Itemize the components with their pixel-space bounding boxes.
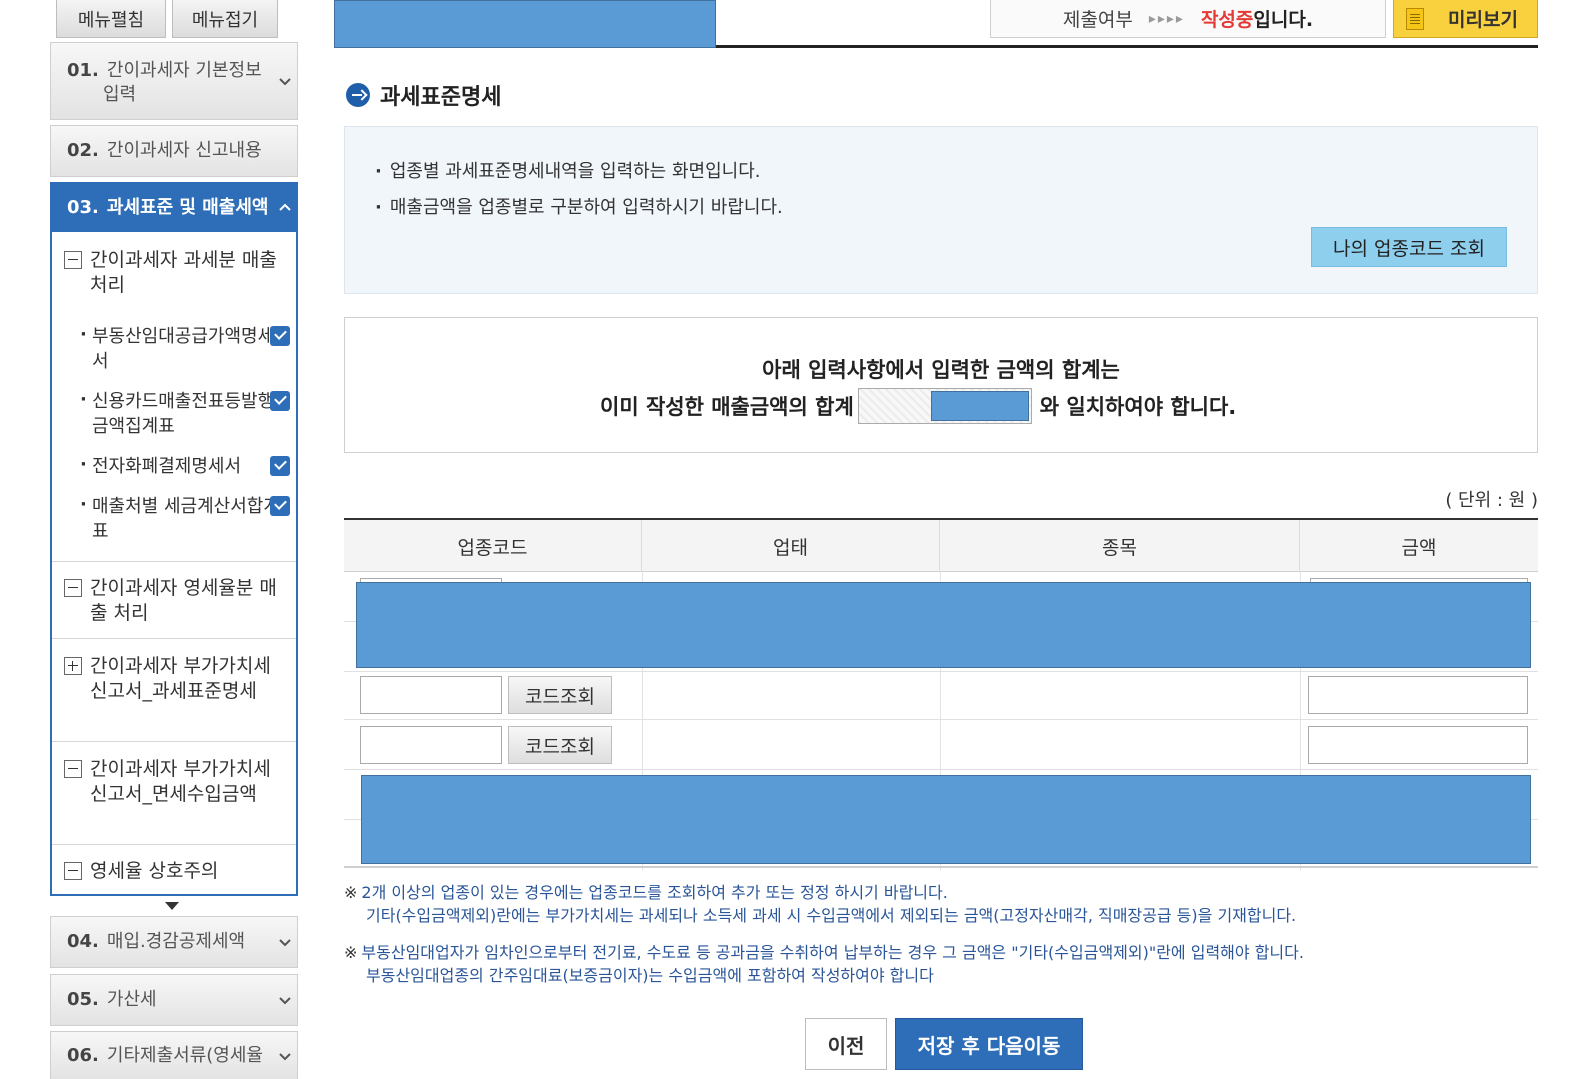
info-box: 업종별 과세표준명세내역을 입력하는 화면입니다. 매출금액을 업종별로 구분하… <box>344 126 1538 294</box>
note-line: 기타(수입금액제외)란에는 부가가치세는 과세되나 소득세 과세 시 수입금액에… <box>366 906 1297 925</box>
sub-section-tax-free: 간이과세자 부가가치세 신고서_면세수입금액 <box>52 742 296 845</box>
chevron-down-icon <box>279 997 291 1005</box>
amount-input[interactable] <box>1308 676 1528 714</box>
notice-line: 이미 작성한 매출금액의 합계 와 일치하여야 합니다. <box>600 388 1236 424</box>
code-lookup-button[interactable]: 코드조회 <box>508 676 612 714</box>
checkbox-checked-icon[interactable] <box>270 496 290 516</box>
sub-section-title[interactable]: 간이과세자 부가가치세 신고서_면세수입금액 <box>64 757 286 807</box>
step-label: 가산세 <box>106 989 157 1010</box>
circle-arrow-icon <box>346 83 370 107</box>
collapse-icon[interactable] <box>64 760 82 778</box>
info-line: 업종별 과세표준명세내역을 입력하는 화면입니다. <box>375 157 761 183</box>
header-divider <box>716 45 1538 48</box>
status-suffix: 입니다. <box>1253 9 1314 31</box>
my-industry-code-button[interactable]: 나의 업종코드 조회 <box>1311 227 1507 267</box>
industry-code-input[interactable] <box>360 676 502 714</box>
step-label: 매입.경감공제세액 <box>106 931 246 952</box>
note-block: ※ 2개 이상의 업종이 있는 경우에는 업종코드를 조회하여 추가 또는 정정 … <box>344 881 1296 927</box>
checkbox-checked-icon[interactable] <box>270 391 290 411</box>
step-label: 과세표준 및 매출세액 <box>106 197 269 218</box>
submission-status: 제출여부 ▸▸▸▸ 작성중입니다. <box>990 0 1386 38</box>
step-01[interactable]: 01. 간이과세자 기본정보 입력 <box>50 42 298 120</box>
status-arrows-icon: ▸▸▸▸ <box>1148 10 1185 27</box>
step-05[interactable]: 05. 가산세 <box>50 974 298 1026</box>
table-bottom-border <box>344 866 1538 868</box>
step-06[interactable]: 06. 기타제출서류(영세율 <box>50 1031 298 1079</box>
industry-code-input[interactable] <box>360 726 502 764</box>
sub-section-zero-rate: 간이과세자 영세율분 매출 처리 <box>52 562 296 639</box>
step-02[interactable]: 02. 간이과세자 신고내용 <box>50 125 298 177</box>
note-line: 부동산임대업자가 임차인으로부터 전기료, 수도료 등 공과금을 수취하여 납부… <box>361 943 1304 962</box>
expand-icon[interactable] <box>64 657 82 675</box>
step-label: 간이과세자 기본정보 <box>106 60 262 81</box>
info-line: 매출금액을 업종별로 구분하여 입력하시기 바랍니다. <box>375 193 783 219</box>
chevron-up-icon <box>279 203 291 211</box>
step-04[interactable]: 04. 매입.경감공제세액 <box>50 916 298 968</box>
step-number: 01. <box>67 60 99 81</box>
sub-item-e-money[interactable]: 전자화폐결제명세서 <box>80 452 290 479</box>
status-label: 제출여부 <box>1062 9 1133 31</box>
col-amount: 금액 <box>1401 536 1437 559</box>
sub-item-credit-card[interactable]: 신용카드매출전표등발행금액집계표 <box>80 387 290 439</box>
reference-mark: ※ <box>344 943 358 962</box>
step-number: 05. <box>67 989 99 1010</box>
unit-label: ( 단위 : 원 ) <box>1445 490 1538 511</box>
step-number: 06. <box>67 1044 99 1066</box>
col-industry-code: 업종코드 <box>344 520 642 572</box>
menu-expand-button[interactable]: 메뉴펼침 <box>56 0 166 38</box>
collapse-icon[interactable] <box>64 579 82 597</box>
sub-section-taxable: 간이과세자 과세분 매출 처리 부동산임대공급가액명세서 신용카드매출전표등발행… <box>52 232 296 562</box>
redacted-header-block <box>334 0 716 48</box>
step-03-subpanel: 간이과세자 과세분 매출 처리 부동산임대공급가액명세서 신용카드매출전표등발행… <box>50 232 298 896</box>
chevron-down-icon <box>279 1052 291 1060</box>
sum-notice-box: 아래 입력사항에서 입력한 금액의 합계는 이미 작성한 매출금액의 합계 와 … <box>344 317 1538 453</box>
checkbox-checked-icon[interactable] <box>270 456 290 476</box>
status-value: 작성중 <box>1200 9 1254 31</box>
col-business-type: 업태 <box>642 520 940 572</box>
step-label: 간이과세자 신고내용 <box>106 140 262 161</box>
checkbox-checked-icon[interactable] <box>270 326 290 346</box>
menu-collapse-button[interactable]: 메뉴접기 <box>172 0 278 38</box>
prev-button[interactable]: 이전 <box>805 1018 887 1070</box>
collapse-icon[interactable] <box>64 862 82 880</box>
chevron-down-icon <box>279 78 291 86</box>
code-lookup-button[interactable]: 코드조회 <box>508 726 612 764</box>
sub-section-title[interactable]: 간이과세자 과세분 매출 처리 <box>64 248 286 298</box>
preview-button[interactable]: 미리보기 <box>1393 0 1538 38</box>
table-header: 업종코드 업태 종목 금액 <box>344 520 1538 572</box>
step-number: 04. <box>67 931 99 952</box>
table-row: 코드조회 <box>344 670 1538 720</box>
note-line: 2개 이상의 업종이 있는 경우에는 업종코드를 조회하여 추가 또는 정정 하… <box>361 883 948 902</box>
table-row: 코드조회 <box>344 720 1538 770</box>
page-title: 과세표준명세 <box>346 79 501 111</box>
chevron-down-icon <box>279 939 291 947</box>
step-number: 03. <box>67 197 99 218</box>
sub-item-rental[interactable]: 부동산임대공급가액명세서 <box>80 322 290 374</box>
collapse-icon[interactable] <box>64 251 82 269</box>
note-block: ※ 부동산임대업자가 임차인으로부터 전기료, 수도료 등 공과금을 수취하여 납… <box>344 941 1304 987</box>
amount-input[interactable] <box>1308 726 1528 764</box>
step-label: 기타제출서류(영세율 <box>106 1044 263 1066</box>
save-next-button[interactable]: 저장 후 다음이동 <box>895 1018 1083 1070</box>
col-item: 종목 <box>940 520 1300 572</box>
sales-total-field <box>857 388 1032 424</box>
sub-section-title[interactable]: 간이과세자 영세율분 매출 처리 <box>64 576 286 626</box>
sub-section-title[interactable]: 영세율 상호주의 <box>64 859 286 884</box>
caret-down-icon <box>165 902 179 910</box>
document-icon <box>1406 7 1424 30</box>
sub-item-tax-invoice[interactable]: 매출처별 세금계산서합계표 <box>80 492 290 544</box>
redacted-rows <box>356 582 1531 668</box>
preview-label: 미리보기 <box>1448 9 1518 31</box>
step-03[interactable]: 03. 과세표준 및 매출세액 <box>50 182 298 234</box>
step-number: 02. <box>67 140 99 161</box>
sub-section-title[interactable]: 간이과세자 부가가치세 신고서_과세표준명세 <box>64 654 286 704</box>
sub-section-reciprocity: 영세율 상호주의 <box>52 845 296 894</box>
step-label-line2: 입력 <box>103 84 137 105</box>
reference-mark: ※ <box>344 883 358 902</box>
redacted-value <box>930 391 1029 421</box>
notice-line: 아래 입력사항에서 입력한 금액의 합계는 <box>762 358 1120 382</box>
redacted-rows <box>361 775 1531 864</box>
sub-section-tax-base: 간이과세자 부가가치세 신고서_과세표준명세 <box>52 639 296 742</box>
note-line: 부동산임대업종의 간주임대료(보증금이자)는 수입금액에 포함하여 작성하여야 … <box>366 966 934 985</box>
